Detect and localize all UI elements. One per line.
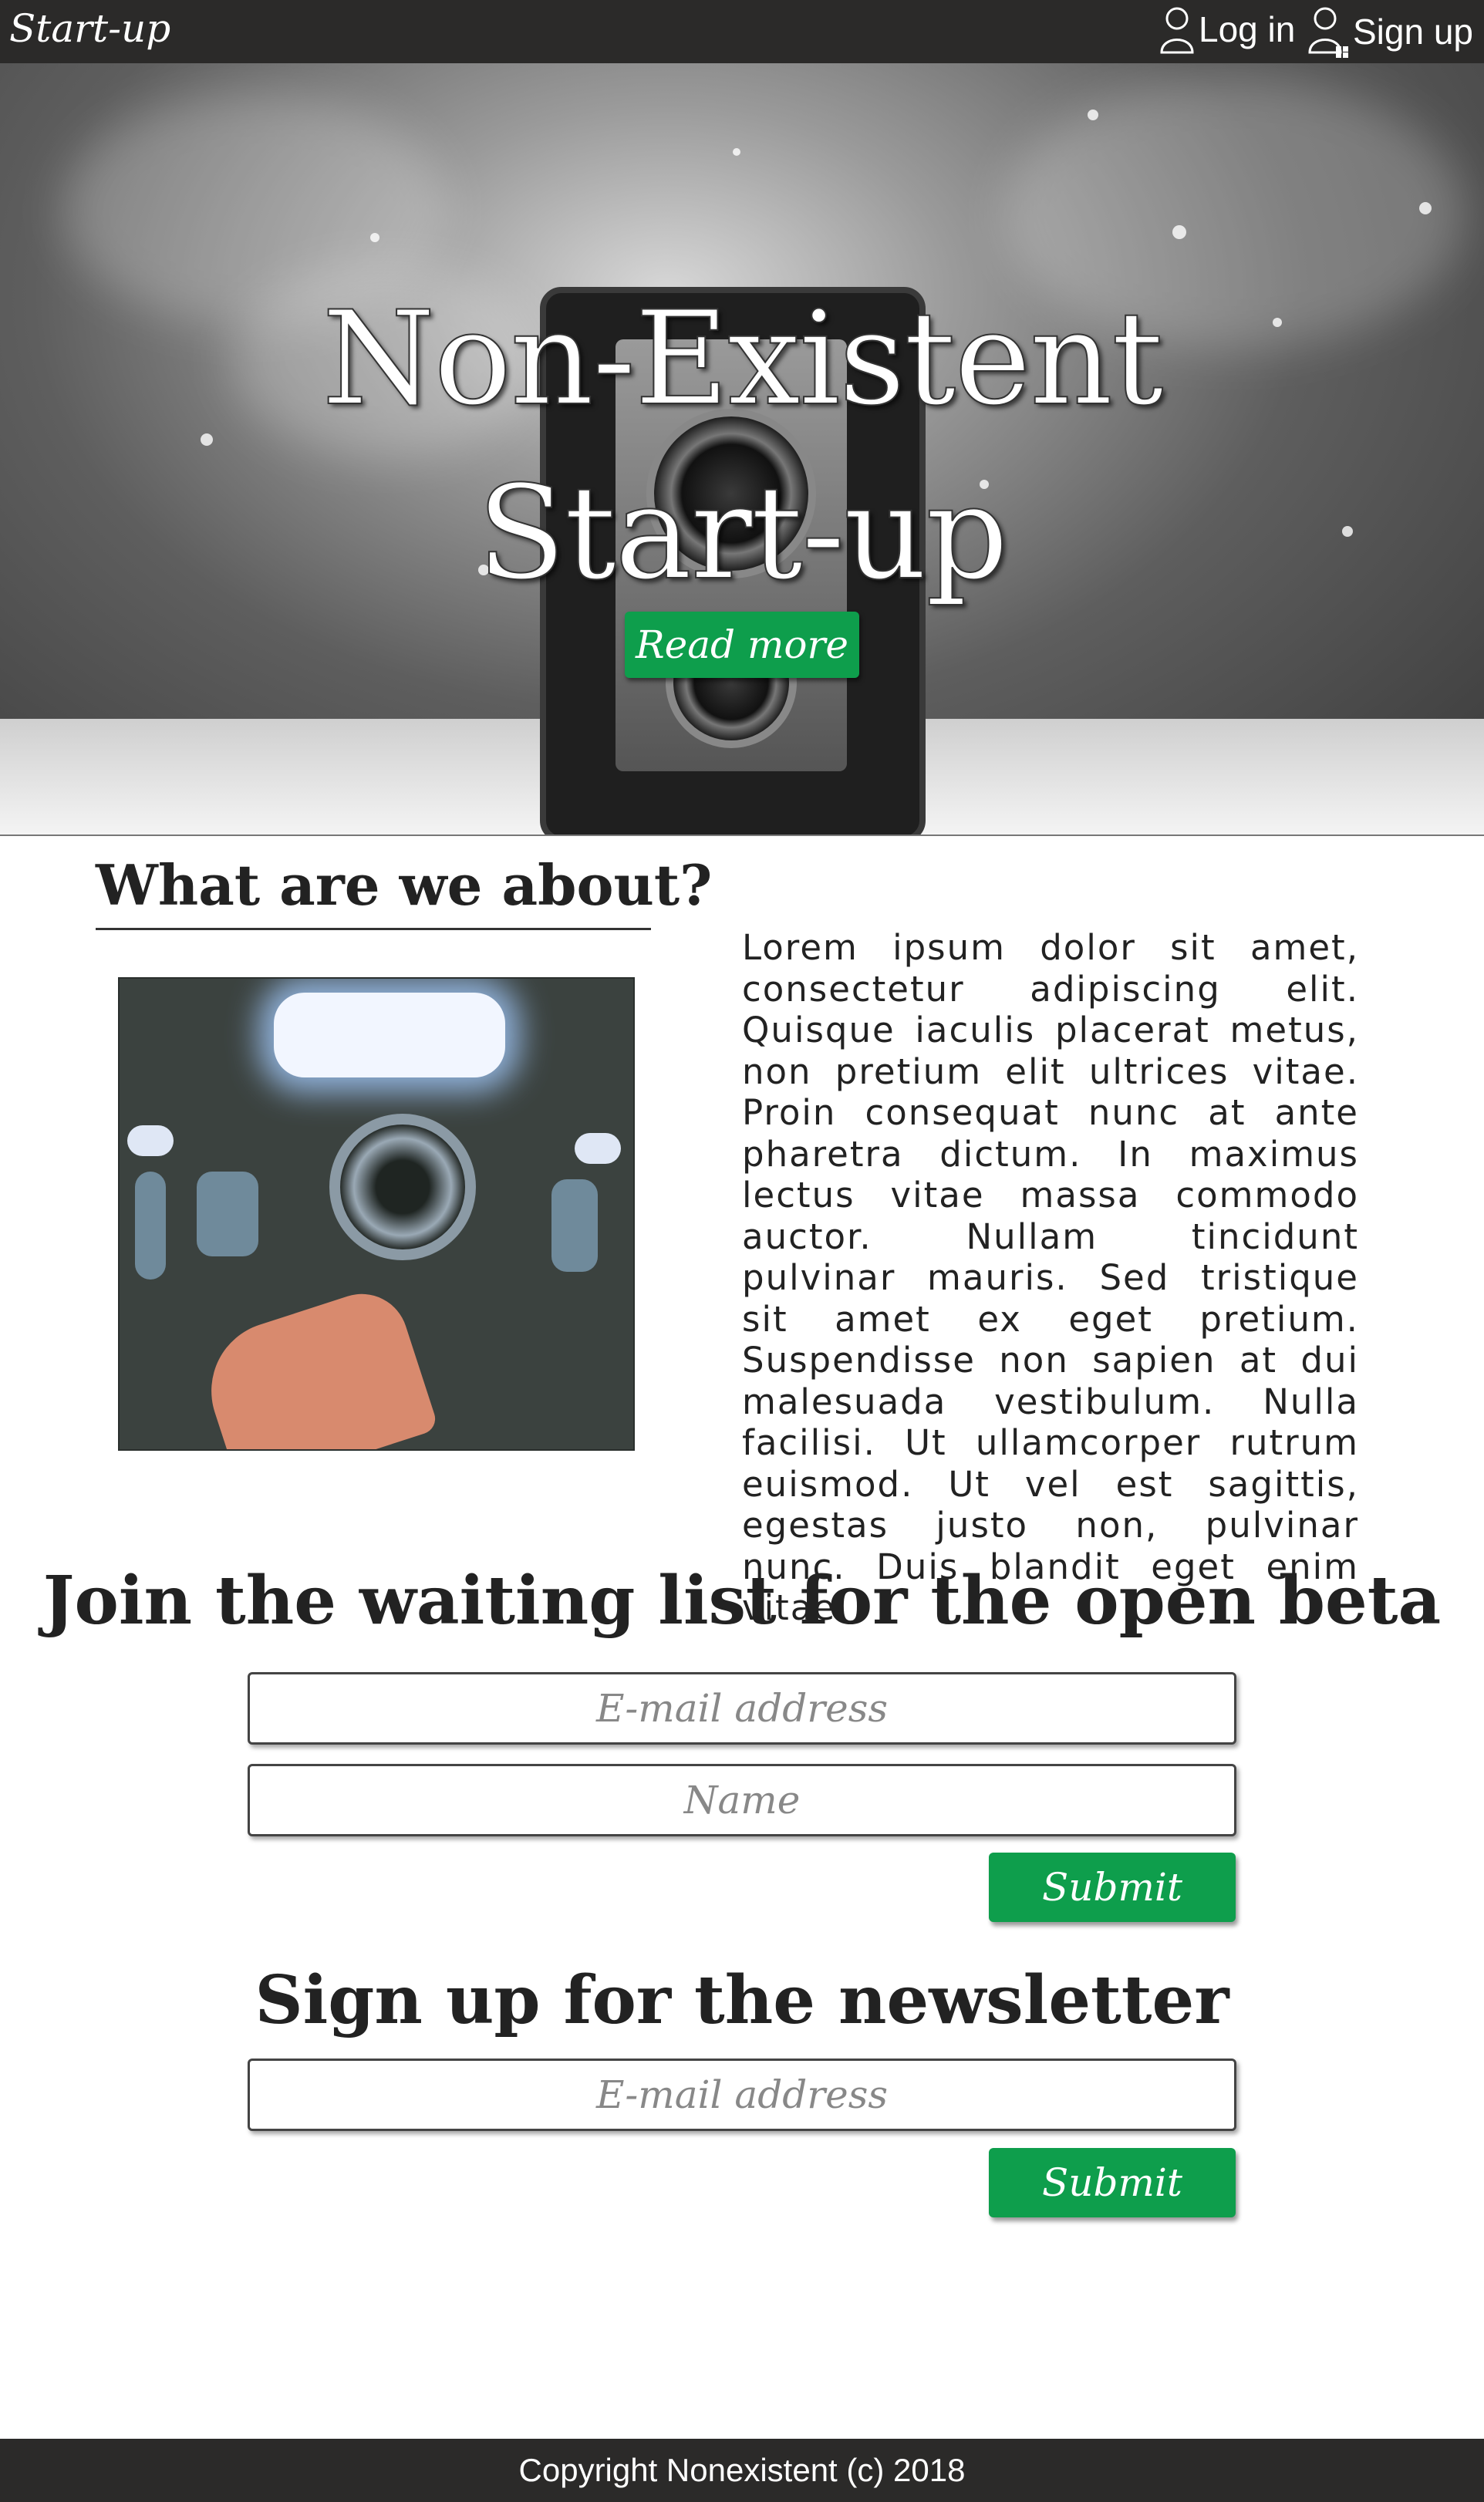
about-paragraph: Lorem ipsum dolor sit amet, consectetur … bbox=[742, 927, 1359, 1628]
top-bar: Start-up Log in Sign up bbox=[0, 0, 1484, 63]
user-icon bbox=[1159, 5, 1196, 54]
signup-link[interactable]: Sign up bbox=[1307, 5, 1473, 59]
about-image bbox=[118, 977, 635, 1451]
read-more-button[interactable]: Read more bbox=[625, 612, 859, 678]
signup-label: Sign up bbox=[1353, 12, 1474, 52]
heading-underline bbox=[96, 928, 651, 930]
newsletter-heading: Sign up for the newsletter bbox=[255, 1961, 1229, 2039]
hero-title-line1: Non-Existent bbox=[321, 282, 1164, 435]
login-label: Log in bbox=[1199, 9, 1296, 49]
waitlist-heading: Join the waiting list for the open beta bbox=[42, 1562, 1442, 1640]
about-heading: What are we about? bbox=[96, 852, 713, 918]
copyright-text: Copyright Nonexistent (c) 2018 bbox=[518, 2452, 966, 2488]
newsletter-submit-button[interactable]: Submit bbox=[989, 2148, 1236, 2217]
hero-banner: Non-Existent Start-up Read more bbox=[0, 63, 1484, 836]
waitlist-submit-button[interactable]: Submit bbox=[989, 1853, 1236, 1922]
brand-logo[interactable]: Start-up bbox=[9, 6, 170, 51]
footer: Copyright Nonexistent (c) 2018 bbox=[0, 2439, 1484, 2502]
add-user-icon bbox=[1307, 5, 1350, 59]
waitlist-name-field[interactable]: Name bbox=[248, 1764, 1236, 1836]
waitlist-email-field[interactable]: E-mail address bbox=[248, 1672, 1236, 1745]
login-link[interactable]: Log in bbox=[1159, 5, 1295, 54]
hero-title: Non-Existent Start-up bbox=[0, 271, 1484, 620]
newsletter-email-field[interactable]: E-mail address bbox=[248, 2059, 1236, 2131]
hero-title-line2: Start-up bbox=[476, 457, 1009, 609]
